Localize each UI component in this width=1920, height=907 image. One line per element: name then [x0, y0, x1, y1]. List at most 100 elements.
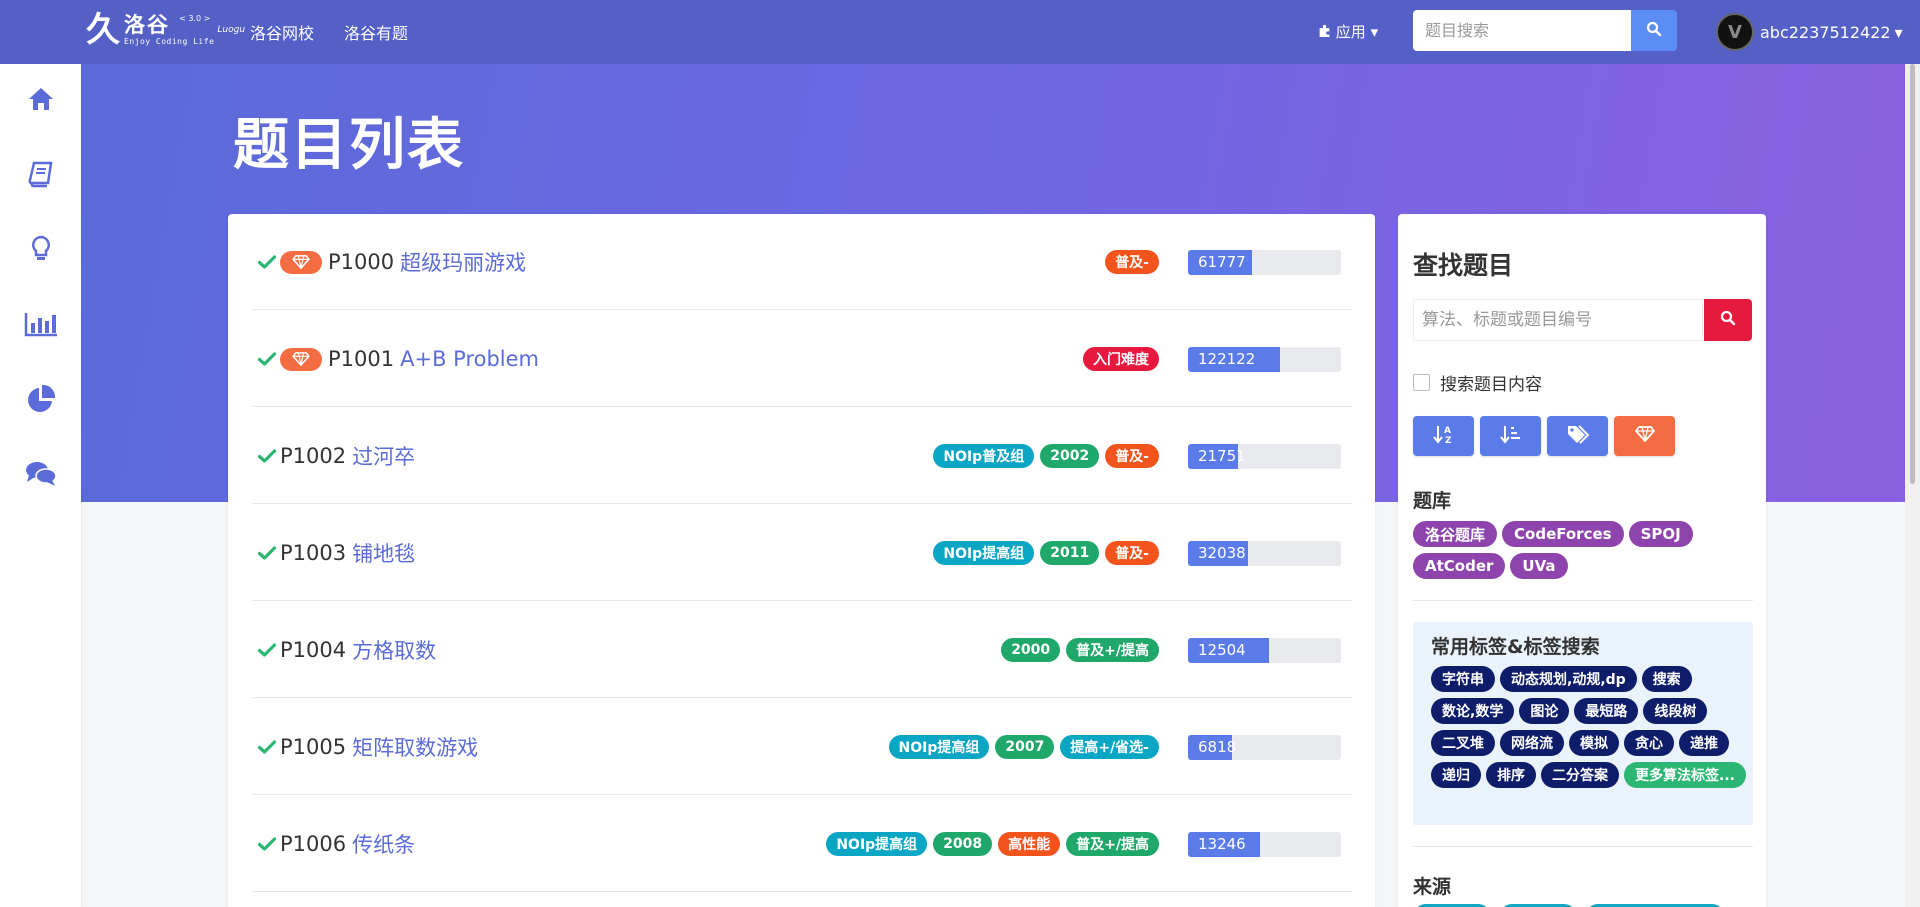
check-icon	[258, 602, 276, 698]
problem-tag[interactable]: 2000	[1001, 638, 1061, 662]
common-tag[interactable]: 模拟	[1569, 730, 1619, 756]
common-tag[interactable]: 动态规划,动规,dp	[1500, 666, 1637, 692]
problem-title-link[interactable]: 超级玛丽游戏	[400, 247, 526, 277]
common-tag[interactable]: 二叉堆	[1431, 730, 1495, 756]
problem-tag[interactable]: 普及-	[1105, 444, 1159, 468]
problem-row[interactable]: P1004 方格取数 2000 普及+/提高 12504	[252, 602, 1352, 698]
common-tag[interactable]: 最短路	[1574, 698, 1639, 724]
problem-tag[interactable]: 普及-	[1105, 541, 1159, 565]
problem-tag[interactable]: 普及+/提高	[1066, 638, 1159, 662]
logo-version: < 3.0 >	[179, 13, 211, 23]
sidebar-item-ranking[interactable]	[0, 296, 81, 356]
problem-title-link[interactable]: 传纸条	[352, 829, 415, 859]
search-content-option: 搜索题目内容	[1413, 370, 1542, 395]
common-tag[interactable]: 数论,数学	[1431, 698, 1515, 724]
divider	[1413, 846, 1753, 847]
problem-row[interactable]: P1006 传纸条 NOIp提高组 2008 高性能 普及+/提高 13246	[252, 796, 1352, 892]
finder-search-button[interactable]	[1704, 299, 1752, 341]
problem-row[interactable]: P1002 过河卒 NOIp普及组 2002 普及- 21751	[252, 408, 1352, 504]
sidebar-item-training[interactable]	[0, 221, 81, 281]
pass-count: 122122	[1198, 350, 1256, 368]
common-tag[interactable]: 递归	[1431, 762, 1481, 788]
tags-icon	[1566, 424, 1590, 448]
library-tag[interactable]: AtCoder	[1413, 553, 1506, 579]
common-tag[interactable]: 搜索	[1641, 666, 1692, 692]
library-tag[interactable]: UVa	[1510, 553, 1568, 579]
problem-title-link[interactable]: 过河卒	[352, 441, 415, 471]
sidebar-item-records[interactable]	[0, 371, 81, 431]
pass-count-bar: 32038	[1188, 541, 1341, 566]
problem-title-link[interactable]: 矩阵取数游戏	[352, 732, 478, 762]
common-tag[interactable]: 排序	[1486, 762, 1536, 788]
sort-toolbar: AZ	[1413, 416, 1675, 456]
problem-tag[interactable]: NOIp提高组	[933, 541, 1035, 565]
problem-row[interactable]: P1001 A+B Problem 入门难度 122122	[252, 311, 1352, 407]
user-menu[interactable]: V abc2237512422 ▾	[1716, 13, 1903, 51]
problem-tag[interactable]: NOIp普及组	[933, 444, 1035, 468]
nav-link-problems[interactable]: 洛谷有题	[344, 20, 408, 44]
problem-tag[interactable]: 2002	[1040, 444, 1100, 468]
tags-button[interactable]	[1547, 416, 1608, 456]
sort-alpha-button[interactable]: AZ	[1413, 416, 1474, 456]
pass-count: 32038	[1198, 544, 1246, 562]
problem-tag[interactable]: 入门难度	[1083, 347, 1159, 371]
common-tag[interactable]: 二分答案	[1541, 762, 1619, 788]
common-tag[interactable]: 贪心	[1624, 730, 1674, 756]
problem-list: P1000 超级玛丽游戏 普及- 61777 P1001 A+B Problem 入门难度 1…	[228, 214, 1375, 907]
logo[interactable]: 久 洛谷 < 3.0 > Luogu Enjoy Coding Life	[86, 13, 245, 47]
common-tag[interactable]: 图论	[1519, 698, 1570, 724]
problem-id: P1005	[280, 735, 347, 759]
nav-link-school[interactable]: 洛谷网校	[250, 20, 314, 44]
problem-title-link[interactable]: 方格取数	[352, 635, 436, 665]
problem-tag[interactable]: NOIp提高组	[888, 735, 990, 759]
sort-amount-button[interactable]	[1480, 416, 1541, 456]
common-tag[interactable]: 网络流	[1500, 730, 1564, 756]
finder-search-input[interactable]	[1413, 299, 1703, 341]
problem-title-link[interactable]: 铺地毯	[352, 538, 415, 568]
problem-tags: NOIp普及组 2002 普及-	[933, 408, 1159, 504]
problem-id: P1002	[280, 444, 347, 468]
search-button[interactable]	[1631, 10, 1677, 51]
problem-tag[interactable]: 2008	[933, 832, 993, 856]
problem-tag[interactable]: 2011	[1040, 541, 1100, 565]
problem-tag[interactable]: 提高+/省选-	[1060, 735, 1159, 759]
problem-tag[interactable]: 普及+/提高	[1066, 832, 1159, 856]
home-icon	[27, 86, 55, 116]
scrollbar-thumb[interactable]	[1910, 64, 1915, 484]
problem-id: P1003	[280, 541, 347, 565]
pass-count: 61777	[1198, 253, 1246, 271]
sidebar	[0, 64, 81, 907]
username: abc2237512422	[1760, 22, 1891, 42]
problem-tags: NOIp提高组 2008 高性能 普及+/提高	[826, 796, 1159, 892]
problem-tag[interactable]: 高性能	[998, 832, 1061, 856]
pass-count-bar: 21751	[1188, 444, 1341, 469]
problem-title-link[interactable]: A+B Problem	[400, 347, 539, 371]
library-tag[interactable]: 洛谷题库	[1413, 521, 1498, 547]
apps-dropdown[interactable]: 应用 ▾	[1318, 21, 1378, 42]
common-tag[interactable]: 字符串	[1431, 666, 1495, 692]
problem-tag[interactable]: NOIp提高组	[826, 832, 928, 856]
library-tag[interactable]: SPOJ	[1628, 521, 1693, 547]
search-content-checkbox[interactable]	[1413, 374, 1430, 391]
more-tags-button[interactable]: 更多算法标签...	[1624, 762, 1746, 788]
problem-row[interactable]: P1000 超级玛丽游戏 普及- 61777	[252, 214, 1352, 310]
common-tag[interactable]: 线段树	[1643, 698, 1708, 724]
pass-count-bar: 6818	[1188, 735, 1341, 760]
sidebar-item-home[interactable]	[0, 71, 81, 131]
sidebar-item-problems[interactable]	[0, 146, 81, 206]
source-title: 来源	[1413, 876, 1452, 898]
sort-amount-icon	[1499, 424, 1522, 448]
problem-tag[interactable]: 2007	[995, 735, 1055, 759]
caret-down-icon: ▾	[1370, 23, 1379, 41]
apps-label: 应用	[1335, 23, 1366, 41]
gem-filter-button[interactable]	[1614, 416, 1675, 456]
library-tag[interactable]: CodeForces	[1502, 521, 1624, 547]
logo-pinyin: Luogu	[217, 24, 246, 35]
common-tag[interactable]: 递推	[1679, 730, 1729, 756]
sidebar-item-discuss[interactable]	[0, 446, 81, 506]
problem-row[interactable]: P1005 矩阵取数游戏 NOIp提高组 2007 提高+/省选- 6818	[252, 699, 1352, 795]
problem-tag[interactable]: 普及-	[1105, 250, 1159, 274]
svg-text:Z: Z	[1445, 436, 1452, 444]
search-input[interactable]	[1413, 10, 1631, 51]
problem-row[interactable]: P1003 铺地毯 NOIp提高组 2011 普及- 32038	[252, 505, 1352, 601]
